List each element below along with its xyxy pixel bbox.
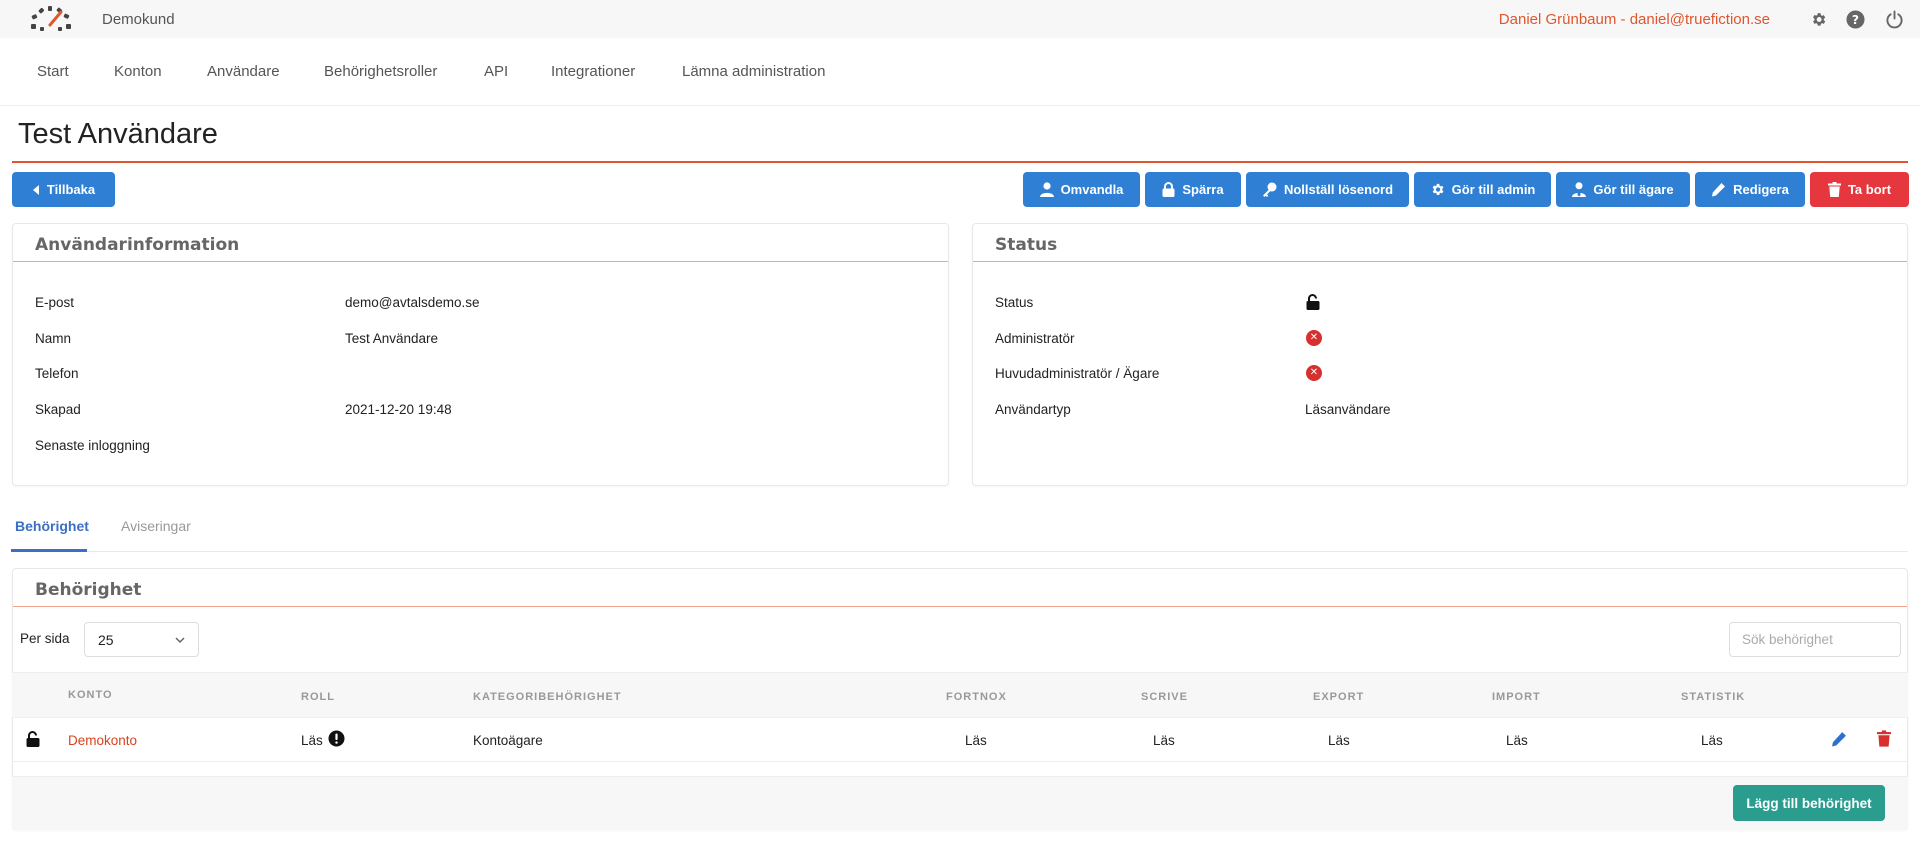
- search-permission-input[interactable]: [1729, 622, 1901, 657]
- user-info-title: Användarinformation: [35, 235, 240, 255]
- created-label: Skapad: [35, 402, 81, 417]
- account-link[interactable]: Demokonto: [68, 733, 137, 748]
- key-icon: [1262, 182, 1277, 197]
- help-icon[interactable]: ?: [1845, 9, 1865, 29]
- edit-button-label: Redigera: [1733, 182, 1789, 197]
- trash-icon: [1827, 182, 1841, 197]
- delete-button-label: Ta bort: [1847, 182, 1892, 197]
- import-value: Läs: [1506, 733, 1528, 748]
- delete-button[interactable]: Ta bort: [1810, 172, 1909, 207]
- edit-button[interactable]: Redigera: [1695, 172, 1805, 207]
- lock-icon: [1162, 182, 1175, 197]
- nav-item-konton[interactable]: Konton: [114, 63, 162, 80]
- nav-item-integrationer[interactable]: Integrationer: [551, 63, 635, 80]
- chevron-down-icon: [175, 637, 185, 644]
- per-page-select[interactable]: 25: [84, 622, 199, 657]
- statistik-value: Läs: [1701, 733, 1723, 748]
- x-circle-icon: ✕: [1306, 365, 1322, 381]
- make-owner-button-label: Gör till ägare: [1593, 182, 1674, 197]
- column-header-statistik[interactable]: STATISTIK: [1681, 691, 1745, 703]
- reset-password-button[interactable]: Nollställ lösenord: [1246, 172, 1409, 207]
- reset-password-button-label: Nollställ lösenord: [1283, 182, 1394, 197]
- back-button-label: Tillbaka: [46, 182, 96, 197]
- gear-icon: [1432, 183, 1444, 195]
- lock-button[interactable]: Spärra: [1145, 172, 1241, 207]
- tabs-divider: [11, 551, 1908, 552]
- column-header-scrive[interactable]: SCRIVE: [1141, 691, 1188, 703]
- row-divider: [12, 761, 1908, 762]
- column-header-konto[interactable]: KONTO: [68, 689, 113, 701]
- back-button[interactable]: Tillbaka: [12, 172, 115, 207]
- page-title: Test Användare: [18, 118, 218, 150]
- administrator-label: Administratör: [995, 331, 1075, 346]
- exclamation-circle-icon[interactable]: [328, 730, 345, 747]
- created-value: 2021-12-20 19:48: [345, 402, 452, 417]
- panel-divider: [13, 261, 948, 262]
- phone-label: Telefon: [35, 366, 79, 381]
- owner-label: Huvudadministratör / Ägare: [995, 366, 1160, 381]
- impersonate-button[interactable]: Omvandla: [1023, 172, 1140, 207]
- table-footer: [12, 776, 1908, 830]
- per-page-value: 25: [98, 632, 114, 648]
- lock-button-label: Spärra: [1182, 182, 1224, 197]
- unlock-icon: [26, 731, 40, 747]
- top-bar: Demokund Daniel Grünbaum - daniel@truefi…: [0, 0, 1920, 38]
- category-value: Kontoägare: [473, 733, 543, 748]
- user-icon: [1039, 182, 1054, 197]
- nav-item-lamna-administration[interactable]: Lämna administration: [682, 63, 825, 80]
- user-info-panel: Användarinformation: [12, 223, 949, 486]
- email-value: demo@avtalsdemo.se: [345, 295, 480, 310]
- column-header-export[interactable]: EXPORT: [1313, 691, 1364, 703]
- last-login-label: Senaste inloggning: [35, 438, 150, 453]
- role-value: Läs: [301, 733, 323, 748]
- brand-name: Demokund: [102, 11, 175, 28]
- nav-item-behorighetsroller[interactable]: Behörighetsroller: [324, 63, 437, 80]
- pencil-icon[interactable]: [1831, 731, 1847, 747]
- trash-icon[interactable]: [1877, 730, 1891, 747]
- export-value: Läs: [1328, 733, 1350, 748]
- tab-aviseringar[interactable]: Aviseringar: [121, 518, 191, 534]
- permissions-title: Behörighet: [35, 580, 142, 600]
- gear-icon[interactable]: [1808, 9, 1828, 29]
- x-circle-icon: ✕: [1306, 330, 1322, 346]
- name-label: Namn: [35, 331, 72, 346]
- power-icon[interactable]: [1884, 9, 1904, 29]
- user-type-value: Läsanvändare: [1305, 402, 1391, 417]
- per-page-label: Per sida: [20, 631, 70, 646]
- column-header-roll[interactable]: ROLL: [301, 691, 335, 703]
- caret-left-icon: [32, 184, 39, 195]
- panel-divider: [13, 606, 1907, 607]
- status-panel: Status: [972, 223, 1908, 486]
- column-header-import[interactable]: IMPORT: [1492, 691, 1541, 703]
- title-divider: [12, 161, 1908, 163]
- column-header-kategoribehorighet[interactable]: KATEGORIBEHÖRIGHET: [473, 691, 622, 703]
- panel-divider: [973, 261, 1907, 262]
- make-admin-button-label: Gör till admin: [1451, 182, 1536, 197]
- user-type-label: Användartyp: [995, 402, 1071, 417]
- make-owner-button[interactable]: Gör till ägare: [1556, 172, 1690, 207]
- active-tab-indicator: [11, 549, 87, 552]
- column-header-fortnox[interactable]: FORTNOX: [946, 691, 1007, 703]
- fortnox-value: Läs: [965, 733, 987, 748]
- pencil-icon: [1712, 183, 1726, 197]
- nav-item-start[interactable]: Start: [37, 63, 69, 80]
- main-nav: Start Konton Användare Behörighetsroller…: [0, 38, 1920, 106]
- name-value: Test Användare: [345, 331, 439, 346]
- nav-item-anvandare[interactable]: Användare: [207, 63, 280, 80]
- tab-behorighet[interactable]: Behörighet: [15, 518, 89, 534]
- status-title: Status: [995, 235, 1058, 255]
- user-tie-icon: [1572, 182, 1587, 197]
- scrive-value: Läs: [1153, 733, 1175, 748]
- impersonate-button-label: Omvandla: [1060, 182, 1124, 197]
- email-label: E-post: [35, 295, 75, 310]
- logo[interactable]: [28, 3, 74, 35]
- svg-text:?: ?: [1851, 12, 1858, 26]
- user-info[interactable]: Daniel Grünbaum - daniel@truefiction.se: [1499, 11, 1770, 28]
- add-permission-button[interactable]: Lägg till behörighet: [1733, 785, 1885, 821]
- make-admin-button[interactable]: Gör till admin: [1414, 172, 1551, 207]
- unlock-icon: [1306, 294, 1320, 310]
- status-label: Status: [995, 295, 1034, 310]
- nav-item-api[interactable]: API: [484, 63, 508, 80]
